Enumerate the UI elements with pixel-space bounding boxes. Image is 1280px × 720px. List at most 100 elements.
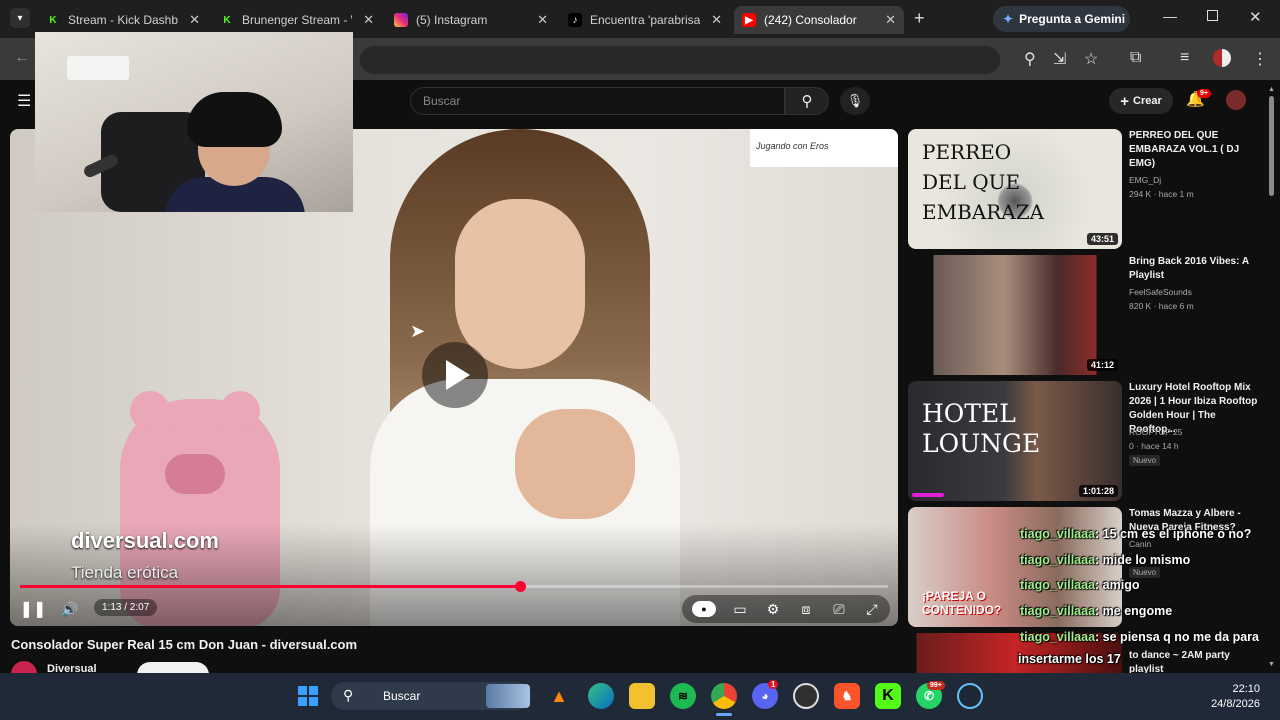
gemini-button[interactable]: ✦ Pregunta a Gemini bbox=[993, 6, 1130, 32]
browser-tab-youtube-active[interactable]: ▶ (242) Consolador ✕ bbox=[734, 6, 904, 34]
streamer-webcam-overlay bbox=[35, 32, 353, 212]
windows-start-icon[interactable] bbox=[298, 686, 318, 706]
miniplayer-icon[interactable]: ⧈ bbox=[796, 601, 816, 617]
profile-avatar[interactable] bbox=[1213, 49, 1231, 67]
bookmark-star-icon[interactable]: ☆ bbox=[1084, 49, 1098, 69]
recommendation-item[interactable]: PERREO DEL QUE EMBARAZA 43:51 PERREO DEL… bbox=[908, 129, 1268, 251]
notification-badge: 9+ bbox=[1197, 89, 1211, 98]
close-window-icon[interactable]: ✕ bbox=[1249, 8, 1262, 26]
spotify-icon[interactable]: ≋ bbox=[670, 683, 696, 709]
extensions-icon[interactable]: ⧉ bbox=[1130, 49, 1141, 67]
large-play-button[interactable] bbox=[422, 342, 488, 408]
duration-badge: 1:01:28 bbox=[1078, 485, 1118, 497]
media-queue-icon[interactable]: ≡ bbox=[1180, 49, 1189, 67]
chat-text: : amigo bbox=[1095, 578, 1140, 592]
cast-icon[interactable]: ⎚ bbox=[829, 601, 849, 617]
settings-gear-icon[interactable]: ⚙ bbox=[763, 601, 783, 617]
file-explorer-icon[interactable] bbox=[629, 683, 655, 709]
taskbar-search-icon: ⚲ bbox=[343, 687, 354, 703]
taskbar-date[interactable]: 24/8/2026 bbox=[1200, 698, 1260, 710]
browser-menu-icon[interactable]: ⋮ bbox=[1252, 49, 1268, 69]
tiktok-icon: ♪ bbox=[568, 13, 582, 27]
recommendation-thumbnail[interactable]: 41:12 bbox=[908, 255, 1122, 375]
browser-tab-tiktok[interactable]: ♪ Encuentra 'parabrisas ✕ bbox=[560, 6, 730, 34]
account-avatar[interactable] bbox=[1226, 90, 1246, 110]
overlay-tagline: Tienda erótica bbox=[71, 563, 179, 582]
recommendation-meta: 820 K · hace 6 m bbox=[1129, 301, 1194, 311]
search-button[interactable]: ⚲ bbox=[785, 87, 829, 115]
chat-message: insertarme los 17 bbox=[1018, 652, 1121, 666]
browser-tab-instagram[interactable]: (5) Instagram ✕ bbox=[386, 6, 556, 34]
edge-icon[interactable] bbox=[588, 683, 614, 709]
pig-ear-right bbox=[220, 391, 260, 431]
video-progress-bar[interactable] bbox=[20, 581, 888, 592]
browser-tab-kick-dashboard[interactable]: K Stream - Kick Dashbo ✕ bbox=[38, 6, 208, 34]
progress-scrubber-handle[interactable] bbox=[514, 581, 526, 592]
close-tab-icon[interactable]: ✕ bbox=[879, 12, 896, 28]
chat-message: tiago_villaaa: me engome bbox=[1020, 604, 1172, 618]
steam-icon[interactable] bbox=[957, 683, 983, 709]
recommendation-channel: EMG_Dj bbox=[1129, 175, 1162, 185]
voice-search-button[interactable]: 🎙 bbox=[840, 87, 870, 115]
chat-text: : se piensa q no me da para bbox=[1095, 630, 1259, 644]
restore-window-icon[interactable] bbox=[1207, 10, 1218, 21]
time-display: 1:13 / 2:07 bbox=[94, 599, 158, 616]
recommendation-title: to dance ~ 2AM party playlist bbox=[1129, 650, 1230, 673]
vlc-icon[interactable]: ▲ bbox=[546, 683, 572, 709]
play-icon bbox=[446, 360, 470, 390]
create-button[interactable]: + Crear bbox=[1109, 88, 1173, 114]
webcam-air-conditioner bbox=[67, 56, 129, 80]
thumbnail-text: PERREO DEL QUE EMBARAZA bbox=[922, 140, 1045, 224]
close-tab-icon[interactable]: ✕ bbox=[705, 12, 722, 28]
thumbnail-text: ¡PAREJA O CONTENIDO? bbox=[922, 589, 1002, 617]
chat-username: tiago_villaaa bbox=[1020, 578, 1096, 592]
zoom-icon[interactable]: ⚲ bbox=[1024, 49, 1036, 69]
tab-list-dropdown-icon[interactable]: ▾ bbox=[10, 8, 30, 28]
back-arrow-icon[interactable]: ← bbox=[14, 49, 30, 67]
obs-icon[interactable] bbox=[793, 683, 819, 709]
active-app-indicator bbox=[716, 713, 732, 716]
plus-icon: + bbox=[1120, 92, 1129, 110]
chat-username: tiago_villaaa bbox=[1020, 553, 1096, 567]
chrome-icon[interactable] bbox=[711, 683, 737, 709]
recommendation-thumbnail[interactable]: PERREO DEL QUE EMBARAZA 43:51 bbox=[908, 129, 1122, 249]
scroll-down-arrow-icon[interactable]: ▼ bbox=[1268, 661, 1275, 668]
minimize-window-icon[interactable]: — bbox=[1163, 8, 1177, 24]
close-tab-icon[interactable]: ✕ bbox=[357, 12, 374, 28]
subtitles-icon[interactable]: ▭ bbox=[730, 601, 750, 617]
taskbar-search-highlight-icon[interactable] bbox=[486, 684, 530, 708]
new-tab-icon[interactable]: + bbox=[914, 8, 925, 29]
pause-icon[interactable]: ❚❚ bbox=[20, 599, 47, 619]
search-input[interactable]: Buscar bbox=[410, 87, 785, 115]
kick-icon: K bbox=[220, 13, 234, 27]
page-scrollbar[interactable]: ▲ ▼ bbox=[1266, 86, 1276, 672]
hamburger-menu-icon[interactable]: ☰ bbox=[17, 91, 31, 111]
scroll-up-arrow-icon[interactable]: ▲ bbox=[1268, 86, 1275, 93]
scrollbar-thumb[interactable] bbox=[1269, 96, 1274, 196]
brave-icon[interactable]: ♞ bbox=[834, 683, 860, 709]
recommendation-title: PERREO DEL QUE EMBARAZA VOL.1 ( DJ EMG) bbox=[1129, 130, 1240, 169]
taskbar-clock[interactable]: 22:10 bbox=[1222, 683, 1260, 695]
install-app-icon[interactable]: ⇲ bbox=[1053, 49, 1066, 69]
player-controls: ❚❚ 🔊 1:13 / 2:07 ● ▭ ⚙ ⧈ ⎚ ⤢ bbox=[10, 594, 898, 626]
new-badge: Nuevo bbox=[1129, 455, 1161, 466]
address-bar[interactable] bbox=[360, 46, 1000, 74]
tab-title: (242) Consolador bbox=[764, 13, 857, 27]
autoplay-toggle-icon[interactable]: ● bbox=[692, 601, 716, 617]
recommendation-item[interactable]: HOTEL LOUNGE 1:01:28 Luxury Hotel Roofto… bbox=[908, 381, 1268, 503]
volume-icon[interactable]: 🔊 bbox=[60, 599, 80, 619]
channel-watermark[interactable]: Jugando con Eros bbox=[750, 129, 898, 167]
tab-title: Brunenger Stream - W bbox=[242, 13, 352, 27]
kick-app-icon[interactable]: K bbox=[875, 683, 901, 709]
close-tab-icon[interactable]: ✕ bbox=[531, 12, 548, 28]
duration-badge: 43:51 bbox=[1086, 233, 1118, 245]
player-right-controls: ● ▭ ⚙ ⧈ ⎚ ⤢ bbox=[682, 595, 890, 623]
tab-title: (5) Instagram bbox=[416, 13, 488, 27]
close-tab-icon[interactable]: ✕ bbox=[183, 12, 200, 28]
browser-tab-brunenger-stream[interactable]: K Brunenger Stream - W ✕ bbox=[212, 6, 382, 34]
duration-badge: 41:12 bbox=[1086, 359, 1118, 371]
recommendation-thumbnail[interactable]: HOTEL LOUNGE 1:01:28 bbox=[908, 381, 1122, 501]
pig-ear-left bbox=[130, 391, 170, 431]
fullscreen-icon[interactable]: ⤢ bbox=[862, 601, 882, 617]
recommendation-item[interactable]: 41:12 Bring Back 2016 Vibes: A Playlist … bbox=[908, 255, 1268, 377]
